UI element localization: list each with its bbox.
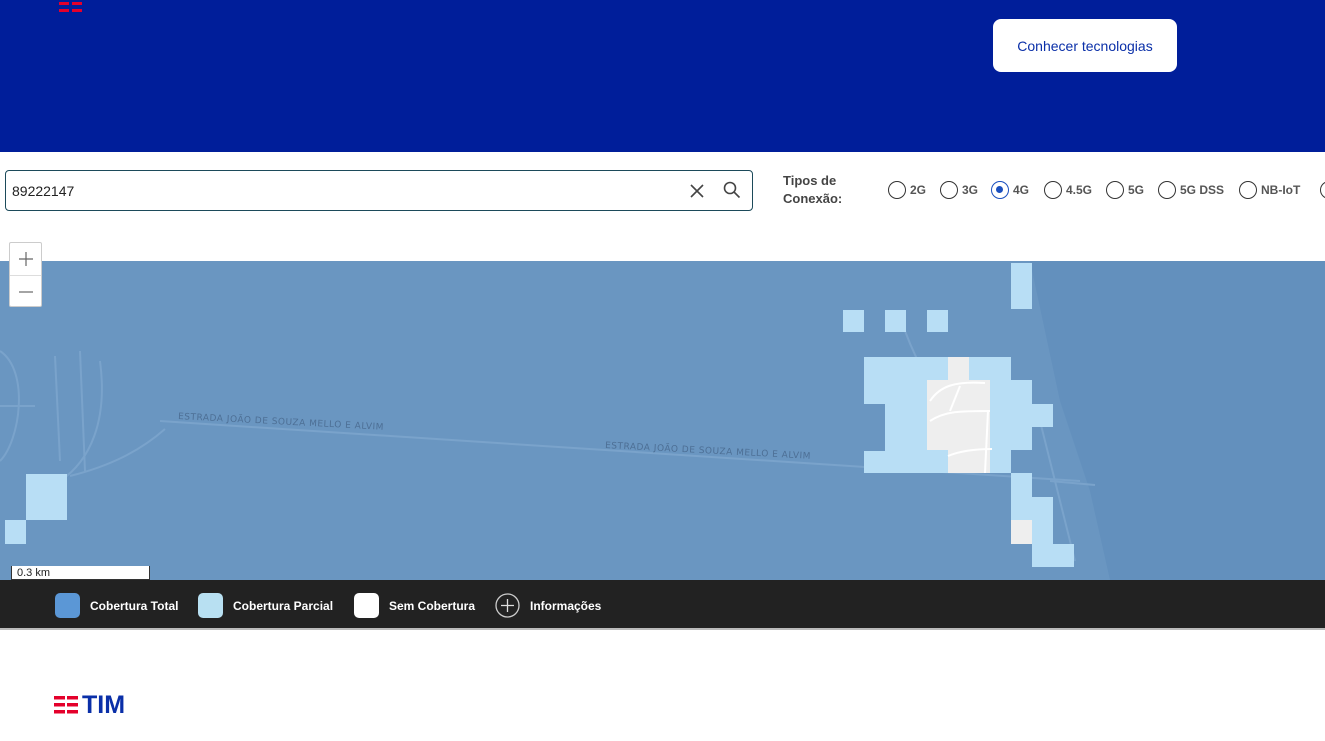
- search-icon[interactable]: [722, 180, 742, 200]
- map-canvas[interactable]: ESTRADA JOÃO DE SOUZA MELLO E ALVIM ESTR…: [0, 261, 1325, 580]
- radio-nb-iot-circle[interactable]: [1239, 181, 1257, 199]
- filter-toolbar: Tipos de Conexão: 2G 3G 4G 4.5G 5G 5G DS…: [0, 152, 1325, 261]
- road-label-2: ESTRADA JOÃO DE SOUZA MELLO E ALVIM: [605, 440, 811, 462]
- darker-area: [1030, 261, 1325, 580]
- coverage-legend: Cobertura Total Cobertura Parcial Sem Co…: [0, 580, 1325, 630]
- legend-total-label: Cobertura Total: [90, 598, 179, 613]
- legend-partial-swatch: [198, 593, 223, 618]
- legend-total: Cobertura Total: [55, 593, 178, 618]
- footer-brand-text: TIM: [82, 690, 126, 719]
- plus-circle-icon[interactable]: [495, 593, 520, 618]
- plus-icon: [18, 252, 33, 266]
- connection-types-label: Tipos de Conexão:: [783, 172, 853, 208]
- radio-5g-dss-label: 5G DSS: [1180, 183, 1225, 197]
- radio-5g-dss-circle[interactable]: [1158, 181, 1176, 199]
- radio-4g[interactable]: 4G: [991, 181, 1029, 199]
- radio-5g-circle[interactable]: [1106, 181, 1124, 199]
- radio-4g-circle[interactable]: [991, 181, 1009, 199]
- cep-search-input[interactable]: [12, 175, 672, 206]
- legend-none-label: Sem Cobertura: [389, 598, 476, 613]
- radio-next-partial[interactable]: [1320, 181, 1325, 199]
- legend-none-swatch: [354, 593, 379, 618]
- tim-logo-icon[interactable]: [59, 0, 83, 18]
- info-button[interactable]: Informações: [495, 593, 601, 618]
- coverage-map[interactable]: ESTRADA JOÃO DE SOUZA MELLO E ALVIM ESTR…: [0, 261, 1325, 580]
- map-scale-bar: 0.3 km: [11, 566, 150, 580]
- zoom-out-button[interactable]: [10, 275, 41, 307]
- search-box: [5, 170, 753, 211]
- legend-total-swatch: [55, 593, 80, 618]
- header: Conhecer tecnologias: [0, 0, 1325, 152]
- radio-3g-label: 3G: [962, 183, 979, 197]
- radio-4-5g[interactable]: 4.5G: [1044, 181, 1092, 199]
- radio-5g-label: 5G: [1128, 183, 1145, 197]
- radio-2g-label: 2G: [910, 183, 927, 197]
- partial-coverage-tiles: [5, 263, 1074, 567]
- footer-tim-logo[interactable]: TIM: [54, 690, 126, 719]
- radio-4g-label: 4G: [1013, 183, 1030, 197]
- map-zoom-control: [9, 242, 42, 307]
- radio-nb-iot[interactable]: NB-IoT: [1239, 181, 1300, 199]
- radio-2g-circle[interactable]: [888, 181, 906, 199]
- radio-nb-iot-label: NB-IoT: [1261, 183, 1301, 197]
- info-label: Informações: [530, 598, 602, 613]
- zoom-in-button[interactable]: [10, 243, 41, 275]
- connection-label-line2: Conexão:: [783, 191, 843, 206]
- radio-3g[interactable]: 3G: [940, 181, 978, 199]
- radio-3g-circle[interactable]: [940, 181, 958, 199]
- minus-icon: [18, 290, 33, 293]
- legend-partial: Cobertura Parcial: [198, 593, 333, 618]
- legend-partial-label: Cobertura Parcial: [233, 598, 334, 613]
- close-icon[interactable]: [687, 181, 707, 201]
- radio-2g[interactable]: 2G: [888, 181, 926, 199]
- radio-5g-dss[interactable]: 5G DSS: [1158, 181, 1224, 199]
- connection-label-line1: Tipos de: [783, 173, 837, 188]
- legend-none: Sem Cobertura: [354, 593, 475, 618]
- radio-4-5g-circle[interactable]: [1044, 181, 1062, 199]
- radio-5g[interactable]: 5G: [1106, 181, 1144, 199]
- conhecer-tecnologias-button[interactable]: Conhecer tecnologias: [993, 19, 1177, 72]
- radio-4-5g-label: 4.5G: [1066, 183, 1093, 197]
- tim-logo-icon: [54, 696, 78, 714]
